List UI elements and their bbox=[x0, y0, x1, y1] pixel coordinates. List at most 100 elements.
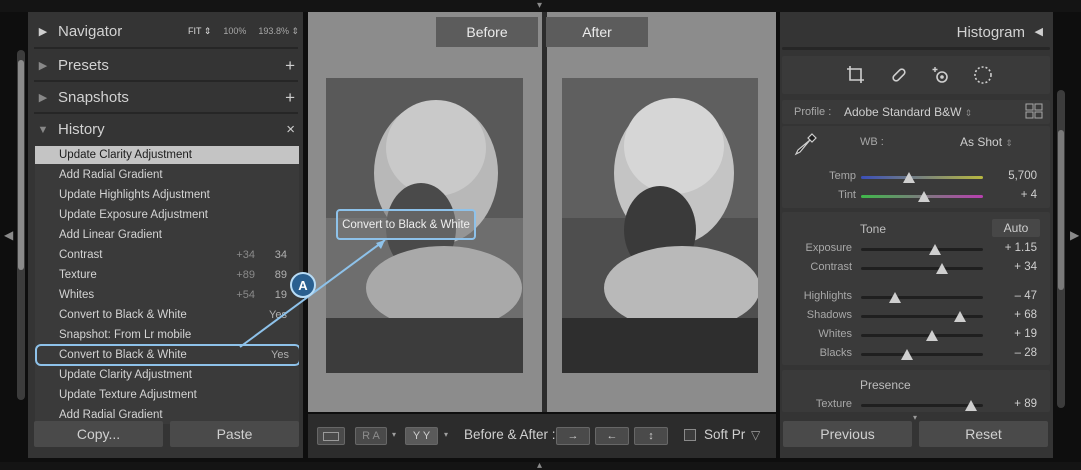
after-label: After bbox=[546, 17, 648, 47]
history-item[interactable]: Update Clarity Adjustment bbox=[35, 366, 299, 384]
add-preset-button[interactable]: + bbox=[285, 56, 295, 76]
bottom-panel-toggle-icon[interactable]: ▴ bbox=[537, 460, 542, 470]
white-balance-section: WB : As Shot ⇕ Temp 5,700 Tint + 4 bbox=[782, 126, 1050, 208]
copy-button[interactable]: Copy... bbox=[34, 421, 163, 447]
left-panel-toggle-icon[interactable]: ◀ bbox=[4, 228, 13, 242]
before-after-divider bbox=[542, 12, 547, 412]
history-item-label: Whites bbox=[59, 289, 95, 301]
navigator-header[interactable]: ▶ Navigator FIT ⇕ 100% 193.8% ⇕ bbox=[28, 16, 303, 47]
after-photo[interactable] bbox=[562, 78, 758, 373]
swap-before-after-button[interactable]: ↕ bbox=[634, 427, 668, 445]
left-panel-scrollbar[interactable] bbox=[17, 50, 25, 400]
history-item[interactable]: Update Exposure Adjustment bbox=[35, 206, 299, 224]
eyedropper-icon[interactable] bbox=[794, 132, 818, 162]
auto-tone-button[interactable]: Auto bbox=[992, 219, 1040, 237]
tone-slider-thumb[interactable] bbox=[929, 244, 942, 255]
tone-slider-value[interactable]: – 47 bbox=[987, 290, 1037, 302]
profile-row: Profile : Adobe Standard B&W ⇕ bbox=[782, 100, 1050, 124]
history-item-label: Update Exposure Adjustment bbox=[59, 209, 208, 221]
tone-slider-value[interactable]: + 1.15 bbox=[987, 242, 1037, 254]
right-scrollbar-thumb[interactable] bbox=[1058, 130, 1064, 290]
history-item[interactable]: Add Radial Gradient bbox=[35, 166, 299, 184]
top-panel-toggle-icon[interactable]: ▾ bbox=[537, 0, 542, 11]
temp-slider-thumb[interactable] bbox=[902, 172, 915, 183]
before-after-lr-button[interactable]: R A bbox=[355, 427, 387, 445]
zoom-100-option[interactable]: 100% bbox=[223, 26, 246, 37]
previous-button[interactable]: Previous bbox=[783, 421, 912, 447]
chevron-down-icon[interactable]: ▾ bbox=[392, 430, 396, 439]
wb-label: WB : bbox=[860, 136, 884, 148]
zoom-fit-option[interactable]: FIT ⇕ bbox=[188, 26, 211, 37]
callout-tooltip: Convert to Black & White bbox=[336, 209, 476, 240]
texture-value[interactable]: + 89 bbox=[987, 398, 1037, 410]
tone-slider-thumb[interactable] bbox=[935, 263, 948, 274]
right-panel-scrollbar[interactable] bbox=[1057, 90, 1065, 408]
history-item[interactable]: Update Clarity Adjustment bbox=[35, 146, 299, 164]
reset-button[interactable]: Reset bbox=[919, 421, 1048, 447]
snapshots-header[interactable]: ▶ Snapshots + bbox=[28, 82, 303, 113]
history-item[interactable]: Texture +89 89 bbox=[35, 266, 299, 284]
tone-slider-label: Blacks bbox=[819, 347, 852, 359]
tone-slider-track[interactable] bbox=[861, 334, 983, 337]
tone-slider-value[interactable]: + 68 bbox=[987, 309, 1037, 321]
red-eye-icon[interactable] bbox=[931, 64, 953, 86]
history-item[interactable]: Snapshot: From Lr mobile bbox=[35, 326, 299, 344]
history-item[interactable]: Convert to Black & White Yes bbox=[35, 306, 299, 324]
add-snapshot-button[interactable]: + bbox=[285, 88, 295, 108]
callout-badge: A bbox=[290, 272, 316, 298]
history-header[interactable]: ▼ History × bbox=[28, 114, 303, 145]
history-item[interactable]: Whites +54 19 bbox=[35, 286, 299, 304]
tone-slider-value[interactable]: + 19 bbox=[987, 328, 1037, 340]
before-after-yy-button[interactable]: Y Y bbox=[405, 427, 438, 445]
history-item[interactable]: Contrast +34 34 bbox=[35, 246, 299, 264]
tone-slider-thumb[interactable] bbox=[953, 311, 966, 322]
temp-slider-track[interactable] bbox=[861, 176, 983, 179]
tone-slider-thumb[interactable] bbox=[901, 349, 914, 360]
tone-slider-value[interactable]: + 34 bbox=[987, 261, 1037, 273]
presets-header[interactable]: ▶ Presets + bbox=[28, 50, 303, 81]
tint-slider-thumb[interactable] bbox=[918, 191, 931, 202]
left-scrollbar-thumb[interactable] bbox=[18, 60, 24, 270]
before-label: Before bbox=[436, 17, 538, 47]
tone-slider-thumb[interactable] bbox=[889, 292, 902, 303]
copy-before-to-after-button[interactable]: → bbox=[556, 427, 590, 445]
texture-slider-thumb[interactable] bbox=[964, 400, 977, 411]
loupe-view-button[interactable] bbox=[317, 427, 345, 445]
history-item[interactable]: Update Texture Adjustment bbox=[35, 386, 299, 404]
tone-slider-track[interactable] bbox=[861, 353, 983, 356]
toolbar-options-chevron-icon[interactable]: ▽ bbox=[751, 428, 760, 442]
profile-select[interactable]: Adobe Standard B&W ⇕ bbox=[844, 105, 972, 119]
history-item[interactable]: Add Linear Gradient bbox=[35, 226, 299, 244]
history-item-label: Update Highlights Adjustment bbox=[59, 189, 210, 201]
chevron-down-icon[interactable]: ▾ bbox=[444, 430, 448, 439]
histogram-area bbox=[782, 47, 1050, 50]
copy-after-to-before-button[interactable]: ← bbox=[595, 427, 629, 445]
tone-slider-track[interactable] bbox=[861, 248, 983, 251]
crop-icon[interactable] bbox=[845, 64, 867, 86]
temp-value[interactable]: 5,700 bbox=[987, 170, 1037, 182]
paste-button[interactable]: Paste bbox=[170, 421, 299, 447]
more-panels-chevron-icon[interactable]: ▾ bbox=[913, 413, 917, 422]
tone-slider-label: Exposure bbox=[805, 242, 852, 254]
zoom-custom-option[interactable]: 193.8% ⇕ bbox=[258, 26, 299, 37]
collapse-triangle-icon: ▶ bbox=[38, 92, 48, 104]
history-list: Update Clarity Adjustment Add Radial Gra… bbox=[35, 146, 299, 424]
clear-history-button[interactable]: × bbox=[286, 121, 295, 138]
tone-slider-track[interactable] bbox=[861, 267, 983, 270]
tone-slider-track[interactable] bbox=[861, 296, 983, 299]
right-panel-toggle-icon[interactable]: ▶ bbox=[1070, 228, 1079, 242]
history-item[interactable]: Update Highlights Adjustment bbox=[35, 186, 299, 204]
history-item-highlighted[interactable]: Convert to Black & White Yes bbox=[35, 344, 299, 366]
masking-icon[interactable] bbox=[972, 64, 994, 86]
tone-slider-value[interactable]: – 28 bbox=[987, 347, 1037, 359]
collapse-triangle-icon[interactable]: ◀ bbox=[1035, 25, 1043, 38]
collapse-triangle-icon: ▶ bbox=[38, 60, 48, 72]
profile-browser-grid-icon[interactable] bbox=[1025, 103, 1043, 119]
soft-proofing-checkbox[interactable] bbox=[684, 429, 696, 441]
history-item-label: Update Texture Adjustment bbox=[59, 389, 197, 401]
tint-value[interactable]: + 4 bbox=[987, 189, 1037, 201]
healing-brush-icon[interactable] bbox=[888, 64, 910, 86]
wb-select[interactable]: As Shot ⇕ bbox=[960, 135, 1013, 149]
tone-slider-thumb[interactable] bbox=[925, 330, 938, 341]
history-item-delta: +34 bbox=[236, 249, 255, 261]
